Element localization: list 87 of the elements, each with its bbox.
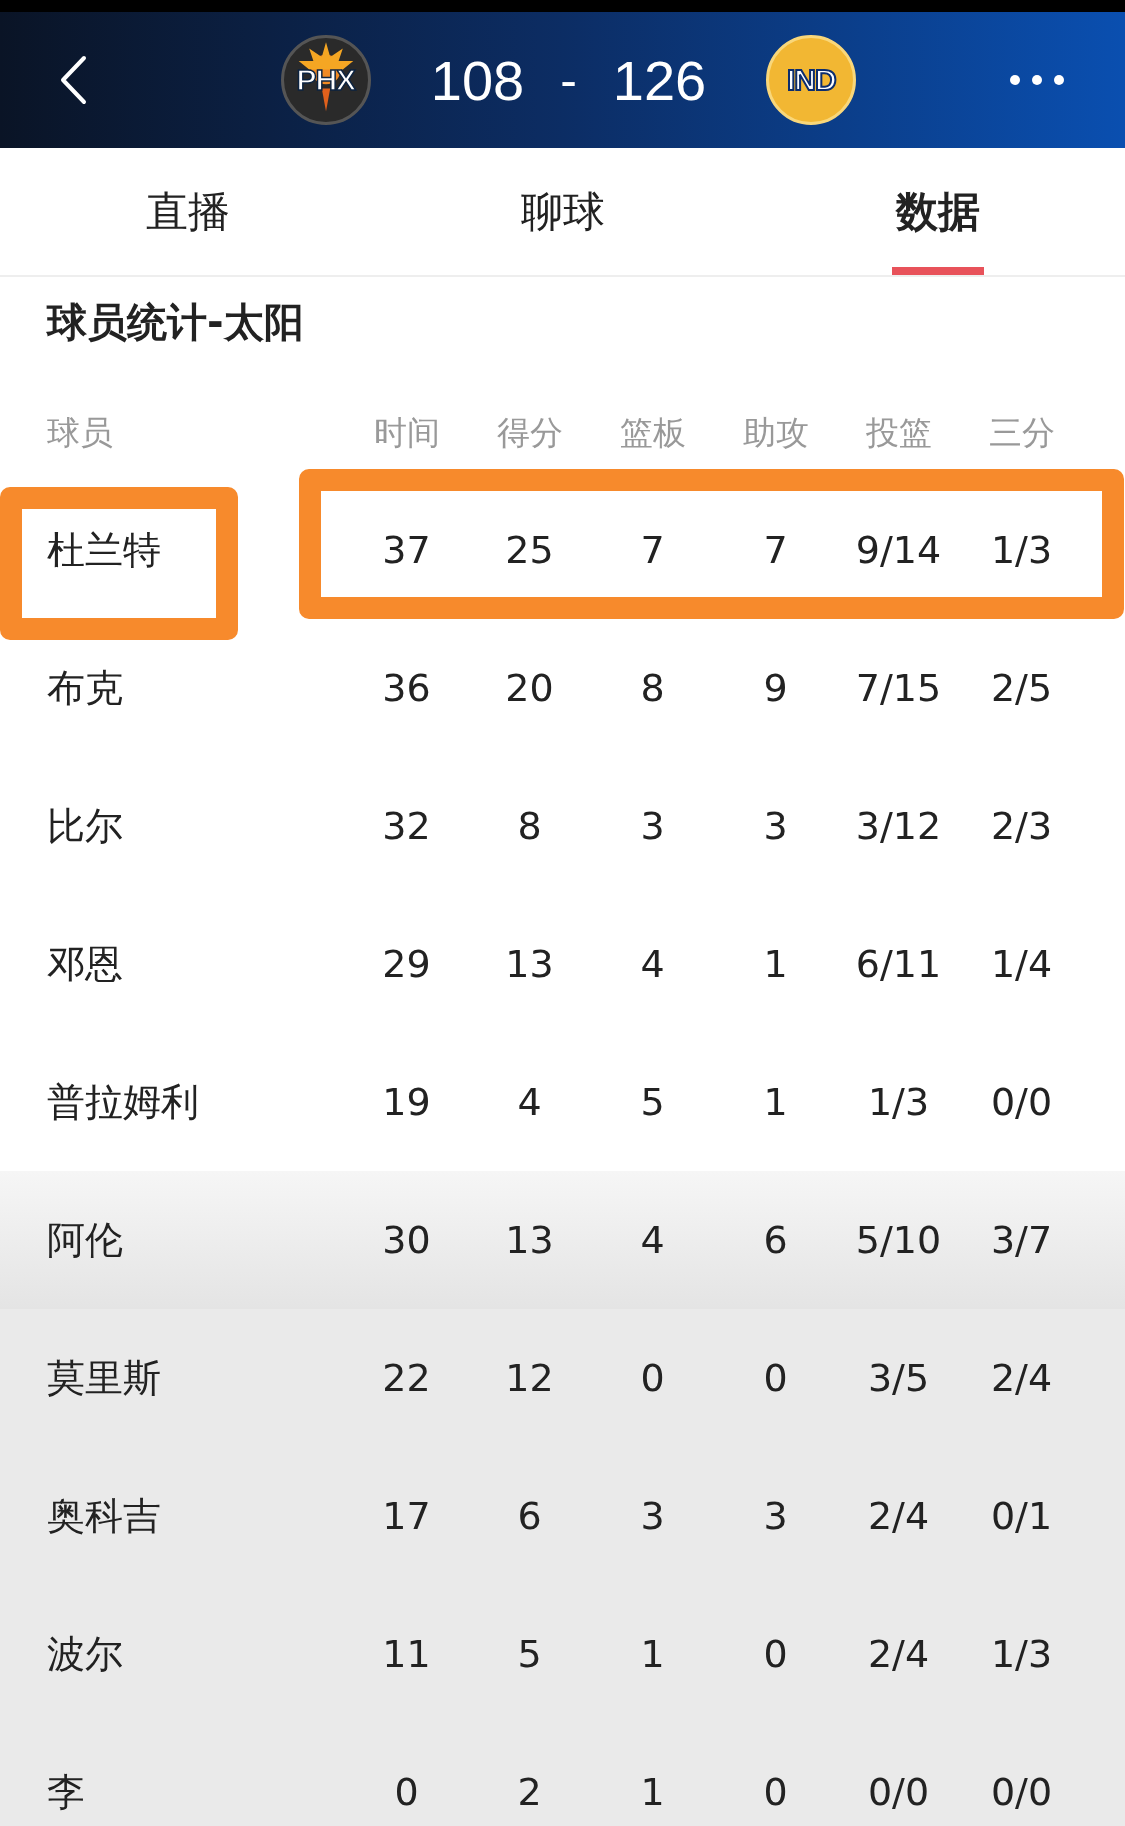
stat-cell-text: 6 bbox=[516, 1494, 543, 1538]
stat-cell-text: 2 bbox=[516, 1770, 543, 1814]
stat-cell-text: 13 bbox=[504, 1218, 555, 1262]
stat-cell-text: 1/3 bbox=[989, 528, 1054, 572]
stat-cell-text: 4 bbox=[639, 942, 666, 986]
tab[interactable]: 直播 bbox=[0, 148, 375, 275]
stat-cell-text: 17 bbox=[381, 1494, 432, 1538]
stat-cell-text: 0 bbox=[639, 1356, 666, 1400]
stat-cell-text: 12 bbox=[504, 1356, 555, 1400]
stat-cell-text: 2/4 bbox=[989, 1356, 1054, 1400]
stat-cell-text: 0/1 bbox=[989, 1494, 1054, 1538]
stat-cell-text: 0/0 bbox=[989, 1770, 1054, 1814]
column-header: 球员 bbox=[47, 411, 114, 454]
stat-cell-text: 3 bbox=[762, 804, 789, 848]
section-title: 球员统计-太阳 bbox=[45, 298, 305, 347]
stat-cell-text: 30 bbox=[381, 1218, 432, 1262]
stat-cell-text: 1 bbox=[639, 1770, 666, 1814]
player-name: 杜兰特 bbox=[47, 526, 161, 574]
stat-cell-text: 3/12 bbox=[854, 804, 943, 848]
stat-cell-text: 8 bbox=[516, 804, 543, 848]
stat-cell-text: 1/3 bbox=[866, 1080, 931, 1124]
stat-cell-text: 1 bbox=[762, 1080, 789, 1124]
stat-cell-text: 3 bbox=[762, 1494, 789, 1538]
column-header: 投篮 bbox=[864, 411, 933, 454]
column-header: 三分 bbox=[987, 411, 1056, 454]
stat-cell-text: 22 bbox=[381, 1356, 432, 1400]
player-name: 李 bbox=[47, 1768, 85, 1816]
tab[interactable]: 聊球 bbox=[375, 148, 750, 275]
column-header: 篮板 bbox=[618, 411, 687, 454]
stat-cell-text: 29 bbox=[381, 942, 432, 986]
stat-cell-text: 6/11 bbox=[854, 942, 943, 986]
player-name: 布克 bbox=[47, 664, 123, 712]
player-name: 阿伦 bbox=[47, 1216, 123, 1264]
stat-cell-text: 11 bbox=[381, 1632, 432, 1676]
stat-cell-text: 5 bbox=[516, 1632, 543, 1676]
stat-cell-text: 7 bbox=[762, 528, 789, 572]
stat-cell-text: 4 bbox=[639, 1218, 666, 1262]
stat-cell-text: 3 bbox=[639, 804, 666, 848]
column-header: 时间 bbox=[372, 411, 441, 454]
back-icon[interactable] bbox=[58, 55, 88, 105]
away-score: 126 bbox=[612, 47, 707, 113]
stat-cell-text: 1/4 bbox=[989, 942, 1054, 986]
stat-cell-text: 7 bbox=[639, 528, 666, 572]
stat-cell-text: 0 bbox=[762, 1632, 789, 1676]
home-score: 108 bbox=[430, 47, 525, 113]
stat-cell-text: 8 bbox=[639, 666, 666, 710]
team-logo: PHX bbox=[280, 35, 371, 125]
stat-cell-text: 9 bbox=[762, 666, 789, 710]
stat-cell-text: 0/0 bbox=[989, 1080, 1054, 1124]
stat-cell-text: 32 bbox=[381, 804, 432, 848]
stat-cell-text: 1 bbox=[762, 942, 789, 986]
stat-cell-text: 3/7 bbox=[989, 1218, 1054, 1262]
column-header: 得分 bbox=[495, 411, 564, 454]
stat-cell-text: 3/5 bbox=[866, 1356, 931, 1400]
player-name: 莫里斯 bbox=[47, 1354, 161, 1402]
stat-cell-text: 0 bbox=[393, 1770, 420, 1814]
stat-cell-text: 0/0 bbox=[866, 1770, 931, 1814]
stat-cell-text: 1/3 bbox=[989, 1632, 1054, 1676]
stat-cell-text: 2/5 bbox=[989, 666, 1054, 710]
stat-cell-text: 9/14 bbox=[854, 528, 943, 572]
stat-cell-text: 2/4 bbox=[866, 1632, 931, 1676]
stat-cell-text: 6 bbox=[762, 1218, 789, 1262]
stat-cell-text: 5/10 bbox=[854, 1218, 943, 1262]
player-name: 邓恩 bbox=[47, 940, 123, 988]
stat-cell-text: 5 bbox=[639, 1080, 666, 1124]
stat-cell-text: 25 bbox=[504, 528, 555, 572]
player-name: 比尔 bbox=[47, 802, 123, 850]
stat-cell-text: 19 bbox=[381, 1080, 432, 1124]
stat-cell-text: 13 bbox=[504, 942, 555, 986]
stat-cell-text: 1 bbox=[639, 1632, 666, 1676]
stat-cell-text: 37 bbox=[381, 528, 432, 572]
stat-cell-text: 3 bbox=[639, 1494, 666, 1538]
stat-cell-text: 20 bbox=[504, 666, 555, 710]
stat-cell-text: 2/4 bbox=[866, 1494, 931, 1538]
team-logo: IND bbox=[766, 35, 857, 125]
more-icon[interactable] bbox=[1009, 74, 1065, 86]
score-separator: - bbox=[560, 51, 577, 109]
stat-cell-text: 0 bbox=[762, 1356, 789, 1400]
stat-cell-text: 0 bbox=[762, 1770, 789, 1814]
stat-cell-text: 2/3 bbox=[989, 804, 1054, 848]
stat-cell-text: 4 bbox=[516, 1080, 543, 1124]
stat-cell-text: 36 bbox=[381, 666, 432, 710]
player-name: 奥科吉 bbox=[47, 1492, 161, 1540]
player-name: 波尔 bbox=[47, 1630, 123, 1678]
column-header: 助攻 bbox=[741, 411, 810, 454]
stat-cell-text: 7/15 bbox=[854, 666, 943, 710]
player-name: 普拉姆利 bbox=[47, 1078, 199, 1126]
